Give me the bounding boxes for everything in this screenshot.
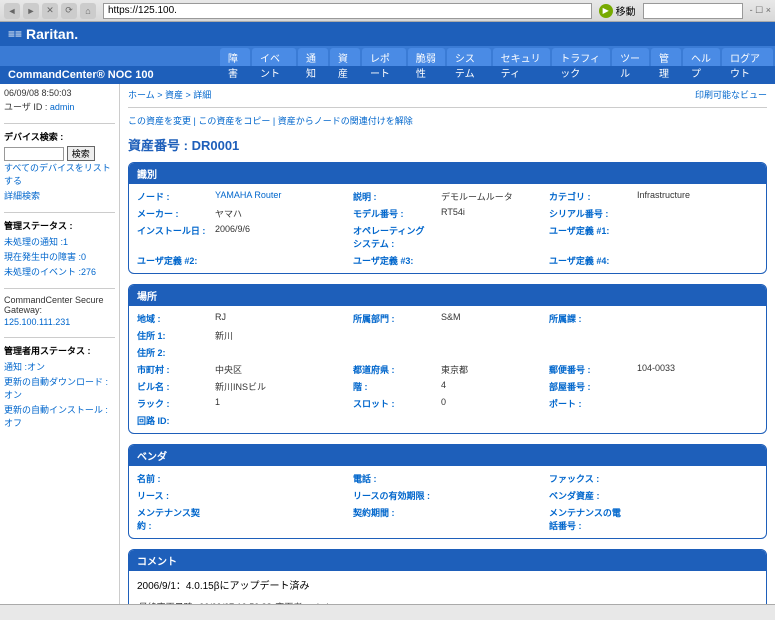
fault-link[interactable]: 現在発生中の障害 :0 [4, 250, 115, 263]
edit-asset-link[interactable]: この資産を変更 [128, 116, 191, 126]
bc-home[interactable]: ホーム [128, 90, 155, 100]
tab-11[interactable]: ヘルプ [683, 48, 720, 66]
browser-search[interactable] [643, 3, 743, 19]
window-controls[interactable]: - ☐ × [750, 5, 771, 16]
list-all-link[interactable]: すべてのデバイスをリストする [4, 161, 115, 187]
tab-12[interactable]: ログアウト [722, 48, 773, 66]
gateway-ip[interactable]: 125.100.111.231 [4, 317, 115, 327]
asset-title: 資産番号 : DR0001 [128, 135, 767, 154]
tab-5[interactable]: 脆弱性 [408, 48, 445, 66]
adv-search-link[interactable]: 詳細検索 [4, 189, 115, 202]
tab-1[interactable]: イベント [252, 48, 296, 66]
go-label: 移動 [616, 3, 636, 18]
node-link[interactable]: YAMAHA Router [215, 190, 345, 203]
tab-3[interactable]: 資産 [330, 48, 360, 66]
stop-icon[interactable]: ✕ [42, 3, 58, 19]
tab-8[interactable]: トラフィック [552, 48, 610, 66]
reload-icon[interactable]: ⟳ [61, 3, 77, 19]
action-links: この資産を変更 | この資産をコピー | 資産からノードの関連付けを解除 [128, 114, 767, 127]
tab-7[interactable]: セキュリティ [493, 48, 551, 66]
tab-10[interactable]: 管理 [651, 48, 681, 66]
panel-vendor: ベンダ 名前 :電話 :ファックス : リース :リースの有効期限 :ベンダ資産… [128, 444, 767, 539]
statusbar [0, 604, 775, 620]
datetime: 06/09/08 8:50:03 [4, 88, 115, 98]
device-search-title: デバイス検索 : [4, 130, 115, 143]
event-link[interactable]: 未処理のイベント :276 [4, 265, 115, 278]
logo-icon: ≡≡ [8, 27, 22, 41]
tab-6[interactable]: システム [447, 48, 491, 66]
main-content: 印刷可能なビュー ホーム > 資産 > 詳細 この資産を変更 | この資産をコピ… [120, 84, 775, 614]
tab-2[interactable]: 通知 [298, 48, 328, 66]
go-icon[interactable]: ▶ [599, 4, 613, 18]
panel-identification: 識別 ノード :YAMAHA Router説明 :デモルームルータカテゴリ :I… [128, 162, 767, 274]
home-icon[interactable]: ⌂ [80, 3, 96, 19]
app-header: ≡≡Raritan. [0, 22, 775, 46]
print-view-link[interactable]: 印刷可能なビュー [695, 88, 767, 101]
back-icon[interactable]: ◄ [4, 3, 20, 19]
breadcrumb: 印刷可能なビュー ホーム > 資産 > 詳細 [128, 88, 767, 101]
copy-asset-link[interactable]: この資産をコピー [198, 116, 270, 126]
panel-location: 場所 地域 :RJ所属部門 :S&M所属課 : 住所 1:新川 住所 2: 市町… [128, 284, 767, 434]
tab-4[interactable]: レポート [362, 48, 406, 66]
search-button[interactable]: 検索 [67, 146, 95, 161]
unlink-node-link[interactable]: 資産からノードの関連付けを解除 [278, 116, 413, 126]
device-search-input[interactable] [4, 147, 64, 161]
sidebar: 06/09/08 8:50:03 ユーザ ID : admin デバイス検索 :… [0, 84, 120, 614]
tab-0[interactable]: 障害 [220, 48, 250, 66]
tab-9[interactable]: ツール [612, 48, 649, 66]
notify-link[interactable]: 未処理の通知 :1 [4, 235, 115, 248]
main-tabs: 障害イベント通知資産レポート脆弱性システムセキュリティトラフィックツール管理ヘル… [0, 46, 775, 66]
forward-icon[interactable]: ► [23, 3, 39, 19]
browser-toolbar: ◄ ► ✕ ⟳ ⌂ https://125.100. ▶ 移動 - ☐ × [0, 0, 775, 22]
bc-assets[interactable]: 資産 [165, 90, 183, 100]
comment-text: 2006/9/1：4.0.15βにアップデート済み [137, 577, 758, 592]
url-input[interactable]: https://125.100. [103, 3, 592, 19]
logo: ≡≡Raritan. [8, 26, 78, 42]
user-link[interactable]: admin [50, 102, 75, 112]
